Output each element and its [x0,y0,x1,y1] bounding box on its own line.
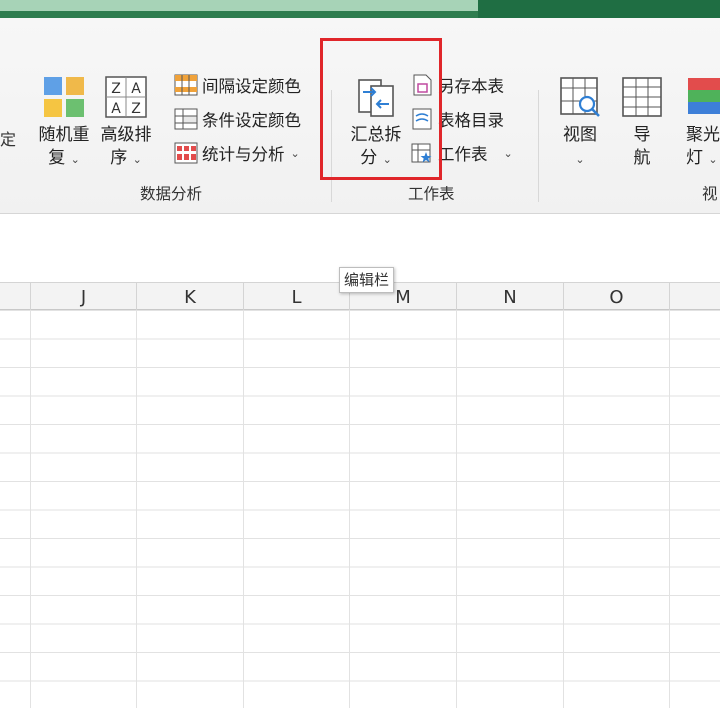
interval-color-button[interactable]: 间隔设定颜色 [174,72,301,98]
worksheet-label: 工作表 [438,145,488,164]
navigation-button[interactable]: 导 航 [616,74,668,170]
ribbon-cut-off-label: 定 [0,130,17,149]
stats-analysis-button[interactable]: 统计与分析 ⌄ [174,140,300,166]
chevron-down-icon: ⌄ [708,153,718,166]
sort-az-icon: Z A A Z [105,76,147,118]
interval-color-icon [174,74,198,96]
grid-line [456,310,457,708]
grid-line [243,310,244,708]
spotlight-button[interactable]: 聚光 灯 ⌄ [680,74,720,171]
stats-analysis-label: 统计与分析 [202,145,285,164]
conditional-color-label: 条件设定颜色 [202,111,301,130]
spotlight-label-1: 聚光 [686,125,720,145]
view-button[interactable]: 视图 ⌄ [552,74,608,171]
grid-line [349,310,350,708]
spotlight-icon [688,78,720,114]
advanced-sort-button[interactable]: Z A A Z 高级排 序 ⌄ [96,74,156,171]
grid-line [136,310,137,708]
grid-line [30,310,31,708]
grid-line [669,310,670,708]
color-blocks-icon [44,77,84,117]
advanced-sort-label-2: 序 [110,148,128,168]
formula-bar-tooltip: 编辑栏 [339,267,395,293]
random-repeat-label-2: 复 [48,148,66,168]
group-separator [538,90,539,202]
navigation-label-2: 航 [633,148,651,168]
chevron-down-icon: ⌄ [70,153,80,166]
column-header-k[interactable]: K [137,283,244,310]
view-label: 视图 [563,125,597,145]
svg-text:Z: Z [131,101,141,117]
worksheet-group-label: 工作表 [408,185,455,203]
navigation-label-1: 导 [633,125,651,145]
title-bar-shade [0,11,478,18]
conditional-color-button[interactable]: 条件设定颜色 [174,106,301,132]
data-analysis-group-label: 数据分析 [140,185,203,203]
title-bar-active-area [0,0,478,11]
highlight-box [320,38,442,180]
advanced-sort-label-1: 高级排 [100,125,152,145]
chevron-down-icon: ⌄ [575,153,585,166]
save-this-sheet-label: 另存本表 [438,77,504,96]
svg-text:A: A [131,81,141,97]
cell-grid[interactable] [0,310,720,708]
grid-line [563,310,564,708]
chevron-down-icon: ⌄ [290,146,300,160]
column-header-n[interactable]: N [457,283,564,310]
title-bar [0,0,720,18]
column-header-partial[interactable] [0,283,31,310]
interval-color-label: 间隔设定颜色 [202,77,301,96]
column-header-l[interactable]: L [244,283,350,310]
spotlight-label-2: 灯 [686,148,703,168]
random-repeat-label-1: 随机重 [38,125,90,145]
column-header-partial[interactable] [670,283,720,310]
random-repeat-button[interactable]: 随机重 复 ⌄ [34,74,94,171]
chevron-down-icon: ⌄ [132,153,142,166]
svg-text:Z: Z [111,81,121,97]
conditional-color-icon [174,108,198,130]
column-header-o[interactable]: O [564,283,670,310]
navigation-grid-icon [622,77,662,117]
column-header-j[interactable]: J [31,283,137,310]
chevron-down-icon: ⌄ [503,146,513,160]
view-magnifier-icon [560,77,600,117]
svg-text:A: A [111,101,121,117]
stats-analysis-icon [174,142,198,164]
view-group-label: 视 [702,185,718,203]
sheet-directory-label: 表格目录 [438,111,504,130]
